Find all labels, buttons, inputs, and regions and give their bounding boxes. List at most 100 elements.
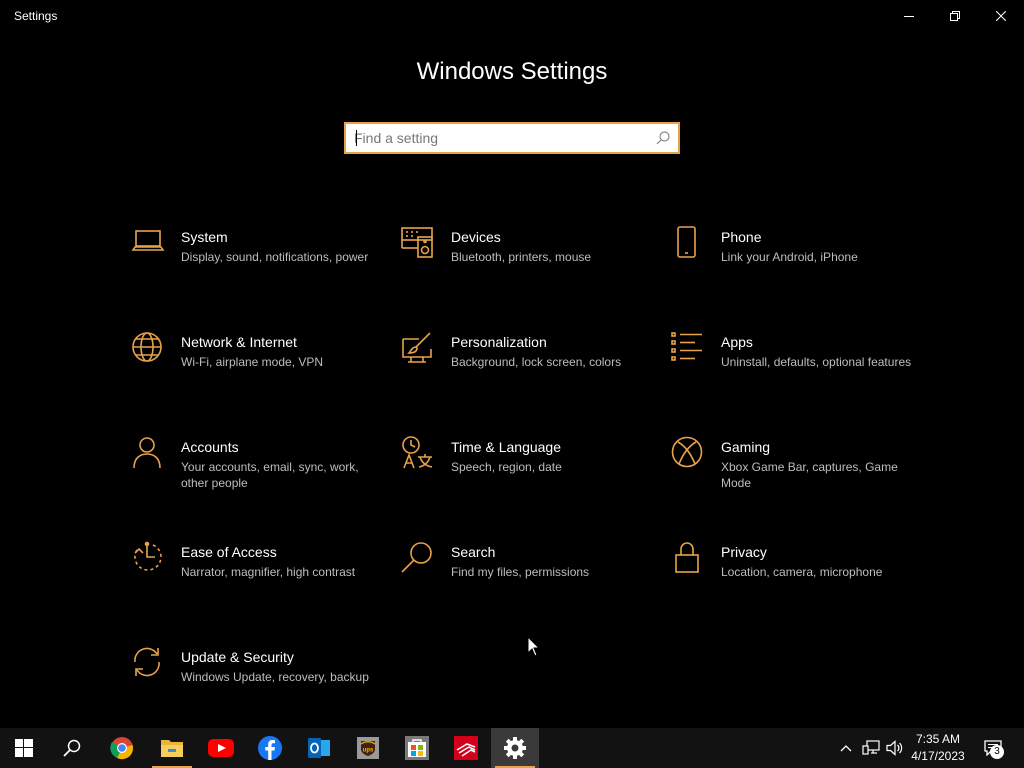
category-time-language[interactable]: Time & Language Speech, region, date [401, 436, 656, 526]
chrome-icon [110, 737, 133, 760]
category-description: Link your Android, iPhone [721, 250, 858, 264]
mouse-pointer-icon [527, 636, 541, 657]
paint-brush-icon [401, 331, 437, 367]
text-caret [356, 130, 357, 146]
facebook-icon [258, 736, 282, 760]
category-description: Narrator, magnifier, high contrast [181, 565, 356, 579]
person-icon [131, 436, 167, 472]
category-phone[interactable]: Phone Link your Android, iPhone [671, 226, 926, 316]
search-input[interactable] [354, 124, 644, 152]
volume-tray-button[interactable] [884, 728, 906, 768]
category-title: Search [451, 544, 496, 560]
window-title: Settings [14, 9, 58, 23]
category-description: Background, lock screen, colors [451, 355, 622, 369]
search-box[interactable] [344, 122, 680, 154]
bank-icon [454, 736, 478, 760]
category-title: Gaming [721, 439, 771, 455]
category-personalization[interactable]: Personalization Background, lock screen,… [401, 331, 656, 421]
ups-app[interactable]: ups [344, 728, 392, 768]
network-wired-icon [862, 740, 880, 755]
category-title: System [181, 229, 228, 245]
category-description: Bluetooth, printers, mouse [451, 250, 592, 264]
ease-of-access-icon [131, 541, 167, 577]
restore-button[interactable] [932, 0, 978, 32]
category-description: Find my files, permissions [451, 565, 590, 579]
category-description: Your accounts, email, sync, work, other … [181, 460, 359, 490]
category-gaming[interactable]: Gaming Xbox Game Bar, captures, Game Mod… [671, 436, 926, 526]
category-update-security[interactable]: Update & Security Windows Update, recove… [131, 646, 386, 736]
category-privacy[interactable]: Privacy Location, camera, microphone [671, 541, 926, 631]
category-description: Location, camera, microphone [721, 565, 883, 579]
chrome-app[interactable] [98, 728, 146, 768]
category-description: Windows Update, recovery, backup [181, 670, 369, 684]
network-tray-button[interactable] [860, 728, 882, 768]
taskbar-search-button[interactable] [48, 728, 96, 768]
category-title: Devices [451, 229, 501, 245]
chevron-up-icon [840, 745, 852, 752]
bank-of-america-app[interactable] [442, 728, 490, 768]
settings-app[interactable] [491, 728, 539, 768]
gear-icon [504, 737, 526, 759]
clock[interactable]: 7:35 AM 4/17/2023 [904, 731, 972, 765]
category-ease-of-access[interactable]: Ease of Access Narrator, magnifier, high… [131, 541, 386, 631]
folder-icon [161, 740, 183, 757]
show-hidden-icons-button[interactable] [836, 728, 856, 768]
outlook-icon [308, 738, 330, 758]
lock-icon [671, 541, 707, 577]
category-title: Privacy [721, 544, 767, 560]
category-title: Update & Security [181, 649, 294, 665]
xbox-icon [671, 436, 707, 472]
microsoft-store-app[interactable] [393, 728, 441, 768]
time-language-icon [401, 436, 437, 472]
category-description: Wi-Fi, airplane mode, VPN [181, 355, 324, 369]
start-button[interactable] [0, 728, 48, 768]
taskbar: ups 7:35 AM 4/17/2023 [0, 728, 1024, 768]
windows-logo-icon [15, 739, 33, 757]
minimize-icon [904, 16, 914, 17]
facebook-app[interactable] [246, 728, 294, 768]
sync-arrows-icon [131, 646, 167, 682]
search-icon [63, 739, 81, 757]
keyboard-speaker-icon [401, 226, 437, 262]
category-title: Ease of Access [181, 544, 277, 560]
speaker-icon [886, 740, 903, 756]
category-description: Display, sound, notifications, power [181, 250, 369, 264]
category-title: Personalization [451, 334, 547, 350]
store-icon [405, 736, 429, 760]
category-description: Uninstall, defaults, optional features [721, 355, 912, 369]
category-title: Network & Internet [181, 334, 297, 350]
category-search[interactable]: Search Find my files, permissions [401, 541, 656, 631]
category-apps[interactable]: Apps Uninstall, defaults, optional featu… [671, 331, 926, 421]
youtube-icon [208, 739, 234, 757]
category-network[interactable]: Network & Internet Wi-Fi, airplane mode,… [131, 331, 386, 421]
search-icon[interactable] [656, 131, 670, 145]
page-title: Windows Settings [416, 58, 608, 85]
outlook-app[interactable] [295, 728, 343, 768]
file-explorer-app[interactable] [148, 728, 196, 768]
notification-count-badge: 3 [990, 745, 1004, 759]
category-title: Accounts [181, 439, 239, 455]
category-title: Apps [721, 334, 753, 350]
title-bar: Settings [0, 0, 1024, 32]
apps-list-icon [671, 331, 707, 367]
close-button[interactable] [978, 0, 1024, 32]
restore-icon [950, 11, 960, 21]
laptop-icon [131, 226, 167, 262]
magnifier-icon [401, 541, 437, 577]
minimize-button[interactable] [886, 0, 932, 32]
clock-time: 7:35 AM [915, 732, 961, 746]
category-title: Time & Language [451, 439, 561, 455]
close-icon [996, 11, 1006, 21]
category-title: Phone [721, 229, 762, 245]
category-description: Speech, region, date [451, 460, 562, 474]
ups-icon: ups [357, 737, 379, 759]
clock-date: 4/17/2023 [911, 749, 965, 763]
category-system[interactable]: System Display, sound, notifications, po… [131, 226, 386, 316]
globe-icon [131, 331, 167, 367]
phone-icon [671, 226, 707, 262]
svg-text:ups: ups [363, 748, 374, 754]
category-devices[interactable]: Devices Bluetooth, printers, mouse [401, 226, 656, 316]
category-description: Xbox Game Bar, captures, Game Mode [721, 460, 898, 490]
youtube-app[interactable] [197, 728, 245, 768]
category-accounts[interactable]: Accounts Your accounts, email, sync, wor… [131, 436, 386, 526]
